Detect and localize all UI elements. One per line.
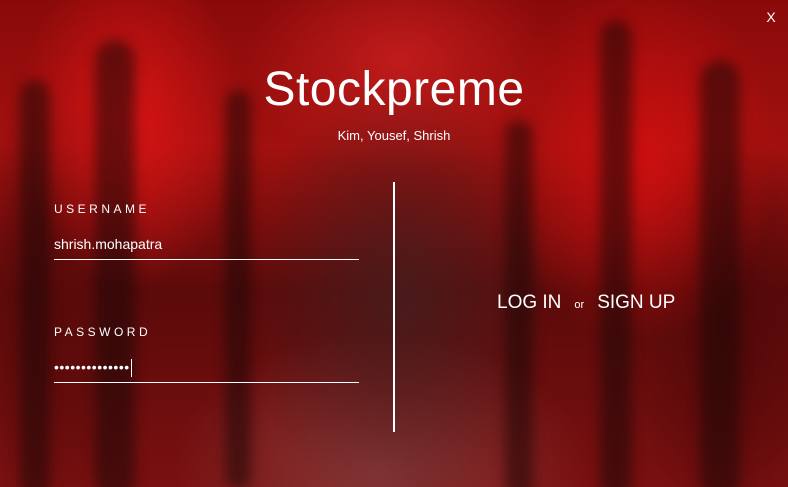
login-button[interactable]: LOG IN [497,292,561,314]
password-field[interactable]: •••••••••••••• [54,357,359,383]
close-button[interactable]: X [764,8,778,26]
password-label: PASSWORD [54,325,152,339]
app-title: Stockpreme [263,63,525,116]
password-value: •••••••••••••• [54,359,130,375]
app-subtitle: Kim, Yousef, Shrish [337,128,451,143]
background-tree [700,60,740,487]
auth-actions: LOG IN or SIGN UP [497,292,675,314]
text-caret [130,359,132,378]
vertical-divider [393,182,395,432]
login-window: X Stockpreme Kim, Yousef, Shrish USERNAM… [0,0,788,487]
username-field[interactable]: shrish.mohapatra [54,234,359,260]
or-separator: or [574,299,585,311]
signup-button[interactable]: SIGN UP [597,292,675,314]
background-tree [225,90,251,487]
username-value: shrish.mohapatra [54,236,163,252]
username-label: USERNAME [54,202,151,216]
